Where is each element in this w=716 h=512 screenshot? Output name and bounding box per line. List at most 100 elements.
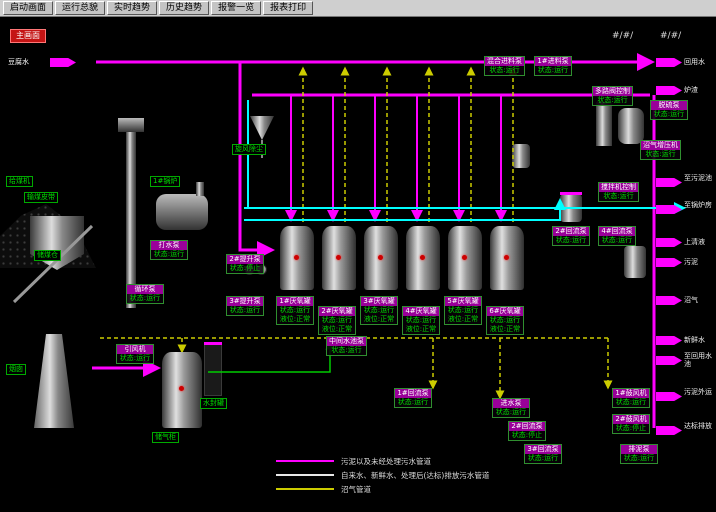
status-box-row: 状态:运行 (395, 398, 431, 407)
legend-label: 自来水、新鲜水、处理后(达标)排放污水管道 (341, 470, 489, 481)
status-box-row: 状态:运行 (151, 250, 187, 259)
gas-holder-tank[interactable] (162, 352, 202, 428)
status-box-row: 状态:停止 (613, 424, 649, 433)
status-box-header: 2#鼓风机 (613, 415, 649, 424)
status-box-lift-pump-2[interactable]: 2#提升泵 状态:停止 (226, 254, 264, 274)
status-box-row: 状态:运行 (535, 66, 571, 75)
status-box-id-fan[interactable]: 引风机 状态:运行 (116, 344, 154, 364)
label-gas-holder: 储气柜 (152, 432, 179, 443)
digester-status: 状态:运行 (319, 316, 355, 325)
status-box-circ-pump[interactable]: 循环泵 状态:运行 (126, 284, 164, 304)
digester-status-box-5[interactable]: 5#厌氧罐 状态:运行 液位:正常 (444, 296, 482, 325)
status-box-return-pump-4[interactable]: 4#回流泵 状态:运行 (598, 226, 636, 246)
label-cyclone: 旋风除尘 (232, 144, 266, 155)
status-box-header: 1#鼓风机 (613, 389, 649, 398)
status-box-desulf-pump[interactable]: 脱硫泵 状态:运行 (650, 100, 688, 120)
status-box-sludge-pump[interactable]: 排泥泵 状态:运行 (620, 444, 658, 464)
status-box-row: 状态:运行 (227, 306, 263, 315)
status-box-return-pump-3[interactable]: 3#回流泵 状态:运行 (524, 444, 562, 464)
status-box-header: 2#回流泵 (509, 422, 545, 431)
status-box-water-pump[interactable]: 打水泵 状态:运行 (150, 240, 188, 260)
digester-name: 3#厌氧罐 (361, 297, 397, 306)
digester-name: 6#厌氧罐 (487, 307, 523, 316)
outlet-label: 回用水 (684, 58, 714, 66)
status-box-row: 状态:停止 (509, 431, 545, 440)
status-box-gas-booster[interactable]: 沼气增压机 状态:运行 (640, 140, 681, 160)
digester-tank-2[interactable] (322, 226, 356, 290)
legend-label: 污泥以及未经处理污水管道 (341, 456, 431, 467)
legend-row-sludge: 污泥以及未经处理污水管道 (276, 454, 489, 468)
status-box-header: 1#回流泵 (395, 389, 431, 398)
status-box-row: 状态:运行 (117, 354, 153, 363)
digester-name: 4#厌氧罐 (403, 307, 439, 316)
label-coal-feeder: 给煤机 (6, 176, 33, 187)
digester-name: 2#厌氧罐 (319, 307, 355, 316)
status-box-blower-1[interactable]: 1#鼓风机 状态:运行 (612, 388, 650, 408)
status-box-header: 引风机 (117, 345, 153, 354)
small-vessel-2-cap (560, 192, 582, 195)
scada-main-screen: 启动画面 运行总貌 实时趋势 历史趋势 报警一览 报表打印 主画面 #/#/ #… (0, 0, 716, 512)
status-box-row: 状态:运行 (613, 398, 649, 407)
status-box-return-pump-2b[interactable]: 2#回流泵 状态:停止 (508, 421, 546, 441)
status-box-row: 状态:运行 (593, 96, 632, 105)
digester-level: 液位:正常 (319, 325, 355, 334)
outlet-label: 沼气 (684, 296, 714, 304)
outlet-label: 至污泥池 (684, 174, 714, 182)
digester-name: 5#厌氧罐 (445, 297, 481, 306)
digester-level: 液位:正常 (361, 315, 397, 324)
status-box-header: 4#回流泵 (599, 227, 635, 236)
digester-status-box-1[interactable]: 1#厌氧罐 状态:运行 液位:正常 (276, 296, 314, 325)
status-box-row: 状态:运行 (641, 150, 680, 159)
status-box-mixer[interactable]: 搅拌机控制 状态:运行 (598, 182, 639, 202)
digester-status-box-4[interactable]: 4#厌氧罐 状态:运行 液位:正常 (402, 306, 440, 335)
status-box-lift-pump-3[interactable]: 3#提升泵 状态:运行 (226, 296, 264, 316)
status-box-multi-valve[interactable]: 多路阀控制 状态:运行 (592, 86, 633, 106)
status-box-mix-feed-pump[interactable]: 混合进料泵 状态:运行 (484, 56, 525, 76)
outlet-label: 污泥外运 (684, 388, 714, 396)
status-box-header: 搅拌机控制 (599, 183, 638, 192)
outlet-label: 炉渣 (684, 86, 714, 94)
digester-level: 液位:正常 (277, 315, 313, 324)
digester-status: 状态:运行 (487, 316, 523, 325)
digester-tank-6[interactable] (490, 226, 524, 290)
digester-tank-4[interactable] (406, 226, 440, 290)
digester-status: 状态:运行 (403, 316, 439, 325)
digester-level: 液位:正常 (445, 315, 481, 324)
legend-line-white-icon (276, 474, 334, 476)
status-box-row: 状态:运行 (621, 454, 657, 463)
status-box-header: 打水泵 (151, 241, 187, 250)
status-box-header: 3#回流泵 (525, 445, 561, 454)
outlet-label: 达标排放 (684, 422, 714, 430)
status-box-header: 2#回流泵 (553, 227, 589, 236)
status-box-header: 脱硫泵 (651, 101, 687, 110)
pipe-network (0, 0, 716, 512)
status-box-return-pump-2[interactable]: 2#回流泵 状态:运行 (552, 226, 590, 246)
outlet-label: 新鲜水 (684, 336, 714, 344)
digester-status-box-3[interactable]: 3#厌氧罐 状态:运行 液位:正常 (360, 296, 398, 325)
status-box-header: 1#进料泵 (535, 57, 571, 66)
pipe-legend: 污泥以及未经处理污水管道 自来水、新鲜水、处理后(达标)排放污水管道 沼气管道 (276, 454, 489, 496)
status-box-return-pump-1[interactable]: 1#回流泵 状态:运行 (394, 388, 432, 408)
legend-row-biogas: 沼气管道 (276, 482, 489, 496)
status-box-header: 多路阀控制 (593, 87, 632, 96)
status-box-row: 状态:运行 (485, 66, 524, 75)
status-box-header: 混合进料泵 (485, 57, 524, 66)
status-box-mid-pool-pump[interactable]: 中间水池泵 状态:运行 (326, 336, 367, 356)
digester-status: 状态:运行 (277, 306, 313, 315)
digester-tank-5[interactable] (448, 226, 482, 290)
legend-line-yellow-icon (276, 488, 334, 490)
status-box-row: 状态:运行 (651, 110, 687, 119)
legend-label: 沼气管道 (341, 484, 371, 495)
digester-status-box-6[interactable]: 6#厌氧罐 状态:运行 液位:正常 (486, 306, 524, 335)
status-box-row: 状态:运行 (127, 294, 163, 303)
digester-status-box-2[interactable]: 2#厌氧罐 状态:运行 液位:正常 (318, 306, 356, 335)
status-box-row: 状态:运行 (525, 454, 561, 463)
status-box-row: 状态:运行 (327, 346, 366, 355)
digester-tank-1[interactable] (280, 226, 314, 290)
status-box-blower-2[interactable]: 2#鼓风机 状态:停止 (612, 414, 650, 434)
status-box-header: 排泥泵 (621, 445, 657, 454)
status-box-header: 中间水池泵 (327, 337, 366, 346)
status-box-feed-pump-1[interactable]: 1#进料泵 状态:运行 (534, 56, 572, 76)
status-box-inlet-pump[interactable]: 进水泵 状态:运行 (492, 398, 530, 418)
digester-tank-3[interactable] (364, 226, 398, 290)
